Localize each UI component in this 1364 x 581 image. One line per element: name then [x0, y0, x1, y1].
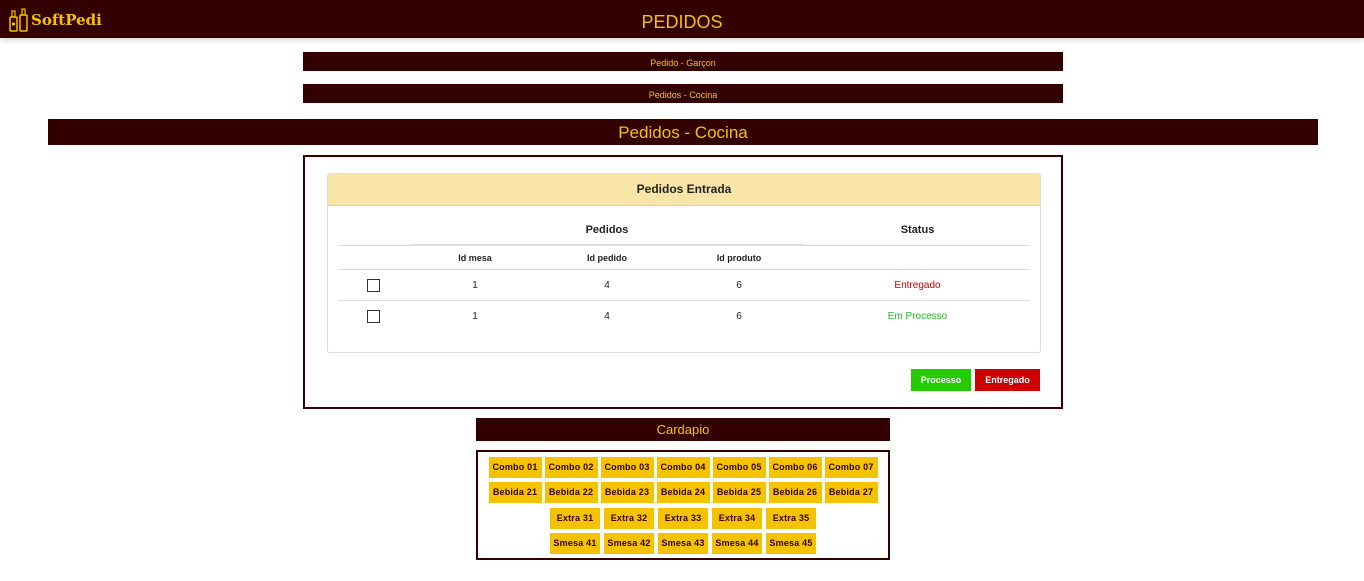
processo-button[interactable]: Processo [911, 369, 971, 391]
row-checkbox[interactable] [367, 309, 380, 323]
pedidos-group-header: Pedidos [585, 224, 629, 236]
nav-item-pedido-garcon[interactable]: Pedido - Garçon [303, 52, 1063, 71]
cell-id-pedido: 4 [541, 269, 673, 301]
column-header-id-mesa: Id mesa [409, 244, 541, 270]
menu-item-bebida-21[interactable]: Bebida 21 [488, 482, 542, 503]
orders-container: Pedidos Entrada Pedidos Status Id mesa I… [303, 155, 1063, 409]
menu-item-smesa-41[interactable]: Smesa 41 [550, 533, 600, 554]
row-checkbox[interactable] [367, 278, 380, 292]
cell-id-pedido: 4 [604, 310, 610, 322]
combo-row: Combo 01 Combo 02 Combo 03 Combo 04 Comb… [478, 457, 888, 478]
table-row: 1 4 6 Entregado [338, 269, 1030, 301]
select-column-header [338, 216, 409, 246]
menu-item-smesa-45[interactable]: Smesa 45 [766, 533, 816, 554]
top-bar: SoftPedi PEDIDOS [0, 0, 1364, 38]
menu-item-combo-07[interactable]: Combo 07 [824, 457, 878, 478]
row-select-cell [338, 269, 409, 301]
extra-row: Extra 31 Extra 32 Extra 33 Extra 34 Extr… [478, 508, 888, 529]
cardapio-menu: Combo 01 Combo 02 Combo 03 Combo 04 Comb… [476, 450, 890, 560]
menu-item-extra-35[interactable]: Extra 35 [766, 508, 816, 529]
bebida-row: Bebida 21 Bebida 22 Bebida 23 Bebida 24 … [478, 482, 888, 503]
menu-item-bebida-22[interactable]: Bebida 22 [544, 482, 598, 503]
cardapio-title: Cardapio [476, 418, 890, 441]
menu-item-combo-02[interactable]: Combo 02 [544, 457, 598, 478]
menu-item-bebida-23[interactable]: Bebida 23 [600, 482, 654, 503]
status-badge: Entregado [805, 269, 1030, 301]
section-title: Pedidos - Cocina [48, 119, 1318, 145]
menu-item-extra-34[interactable]: Extra 34 [712, 508, 762, 529]
menu-item-bebida-24[interactable]: Bebida 24 [656, 482, 710, 503]
row-select-cell [338, 301, 409, 332]
orders-table: Pedidos Status Id mesa Id pedido Id prod… [338, 216, 1030, 331]
status-badge: Em Processo [887, 310, 948, 322]
menu-item-bebida-25[interactable]: Bebida 25 [712, 482, 766, 503]
menu-item-bebida-26[interactable]: Bebida 26 [768, 482, 822, 503]
smesa-row: Smesa 41 Smesa 42 Smesa 43 Smesa 44 Smes… [478, 533, 888, 554]
column-header-id-produto: Id produto [673, 244, 805, 270]
orders-panel-title: Pedidos Entrada [328, 174, 1040, 206]
menu-item-combo-05[interactable]: Combo 05 [712, 457, 766, 478]
menu-item-combo-04[interactable]: Combo 04 [656, 457, 710, 478]
menu-item-bebida-27[interactable]: Bebida 27 [824, 482, 878, 503]
menu-item-combo-06[interactable]: Combo 06 [768, 457, 822, 478]
cell-id-mesa: 1 [472, 310, 478, 322]
menu-item-combo-03[interactable]: Combo 03 [600, 457, 654, 478]
cell-id-produto: 6 [736, 310, 742, 322]
page-title: PEDIDOS [641, 12, 723, 32]
menu-item-smesa-42[interactable]: Smesa 42 [604, 533, 654, 554]
cell-id-mesa: 1 [409, 269, 541, 301]
menu-item-smesa-44[interactable]: Smesa 44 [712, 533, 762, 554]
menu-item-extra-31[interactable]: Extra 31 [550, 508, 600, 529]
entregado-button[interactable]: Entregado [975, 369, 1040, 391]
column-header-id-pedido: Id pedido [541, 244, 673, 270]
select-subheader [338, 245, 409, 270]
menu-item-smesa-43[interactable]: Smesa 43 [658, 533, 708, 554]
menu-item-extra-33[interactable]: Extra 33 [658, 508, 708, 529]
nav-item-pedidos-cocina[interactable]: Pedidos - Cocina [303, 84, 1063, 103]
status-subheader [805, 245, 1030, 270]
status-column-header: Status [805, 216, 1030, 246]
cell-id-produto: 6 [673, 269, 805, 301]
orders-panel: Pedidos Entrada Pedidos Status Id mesa I… [327, 173, 1041, 353]
table-row: 1 4 6 Em Processo [338, 301, 1030, 332]
menu-item-combo-01[interactable]: Combo 01 [488, 457, 542, 478]
menu-item-extra-32[interactable]: Extra 32 [604, 508, 654, 529]
